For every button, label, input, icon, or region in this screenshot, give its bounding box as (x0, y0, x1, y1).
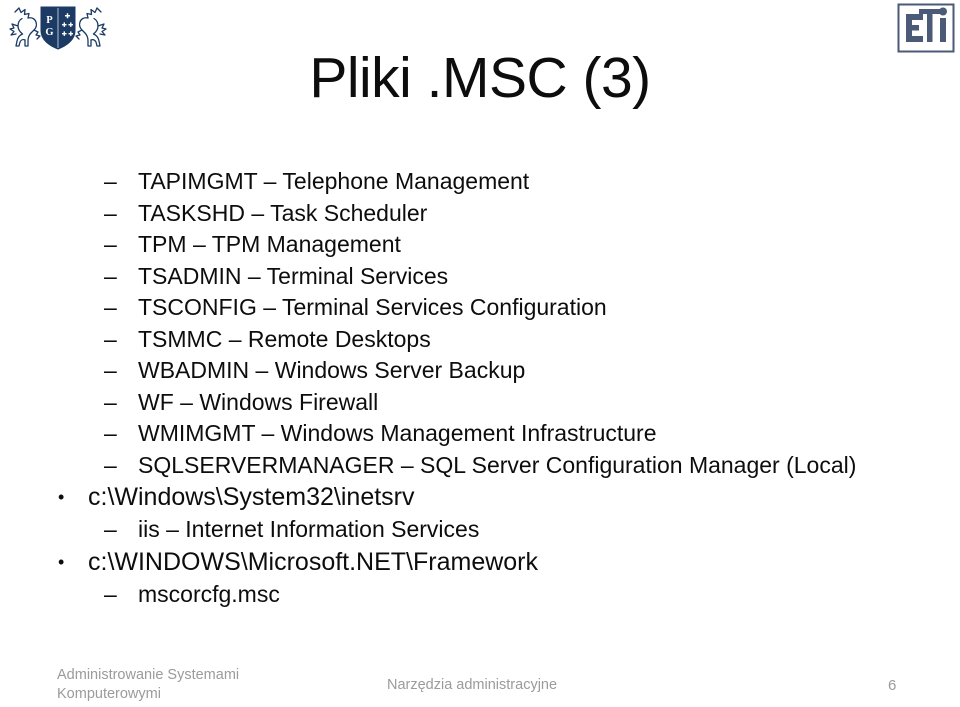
list-item-label: TSCONFIG – Terminal Services Configurati… (138, 294, 607, 320)
list-item: – WF – Windows Firewall (0, 387, 960, 419)
dash-marker-icon: – (104, 580, 117, 607)
dash-marker-icon: – (104, 231, 117, 257)
list-item-label: iis – Internet Information Services (138, 516, 480, 542)
list-item: – TSMMC – Remote Desktops (0, 324, 960, 356)
list-item-label: TSMMC – Remote Desktops (138, 325, 431, 352)
list-item: – SQLSERVERMANAGER – SQL Server Configur… (0, 450, 960, 482)
list-item: – WMIMGMT – Windows Management Infrastru… (0, 418, 960, 450)
list-item: – TSADMIN – Terminal Services (0, 261, 960, 293)
dash-marker-icon: – (104, 262, 117, 289)
list-item-label: TPM – TPM Management (138, 231, 401, 257)
footer-course-name: Administrowanie Systemami Komputerowymi (57, 666, 357, 704)
list-item: – TSCONFIG – Terminal Services Configura… (0, 292, 960, 324)
list-item-label: TAPIMGMT – Telephone Management (138, 168, 530, 194)
svg-text:P: P (46, 15, 53, 26)
dash-marker-icon: – (104, 420, 117, 446)
list-item-label: WBADMIN – Windows Server Backup (138, 357, 526, 383)
dash-marker-icon: – (104, 516, 117, 542)
eti-faculty-logo (897, 3, 955, 53)
list-item: – WBADMIN – Windows Server Backup (0, 355, 960, 387)
page-title: Pliki .MSC (3) (309, 46, 651, 110)
slide: P G Pliki .MSC (3) – TAPIMGMT – Telephon… (0, 0, 960, 707)
list-item-label: TSADMIN – Terminal Services (138, 262, 449, 289)
dash-marker-icon: – (104, 357, 117, 383)
dash-marker-icon: – (104, 451, 117, 478)
svg-text:G: G (45, 27, 53, 38)
dash-marker-icon: – (104, 199, 117, 226)
list-item-label: c:\WINDOWS\Microsoft.NET\Framework (88, 547, 539, 576)
page-number: 6 (888, 677, 897, 694)
list-item: – TAPIMGMT – Telephone Management (0, 166, 960, 198)
list-item: – iis – Internet Information Services (0, 514, 960, 546)
bullet-marker-icon: • (58, 487, 65, 507)
list-item: – mscorcfg.msc (0, 579, 960, 611)
footer-course-line-2: Komputerowymi (57, 686, 161, 702)
bullet-marker-icon: • (58, 551, 65, 572)
footer-section-title: Narzędzia administracyjne (387, 677, 558, 693)
dash-marker-icon: – (104, 325, 117, 352)
dash-marker-icon: – (104, 388, 117, 415)
list-item: • c:\WINDOWS\Microsoft.NET\Framework (0, 546, 960, 579)
list-item-label: c:\Windows\System32\inetsrv (88, 483, 415, 511)
dash-marker-icon: – (104, 294, 117, 320)
list-item-label: TASKSHD – Task Scheduler (138, 199, 428, 226)
bullet-list: – TAPIMGMT – Telephone Management – TASK… (0, 166, 960, 610)
list-item-label: WMIMGMT – Windows Management Infrastruct… (138, 420, 657, 446)
list-item-label: SQLSERVERMANAGER – SQL Server Configurat… (138, 451, 857, 478)
list-item-label: WF – Windows Firewall (138, 388, 379, 415)
list-item: – TPM – TPM Management (0, 229, 960, 261)
list-item: – TASKSHD – Task Scheduler (0, 198, 960, 230)
dash-marker-icon: – (104, 168, 117, 194)
politechnika-gdanska-logo: P G (6, 4, 110, 52)
list-item: • c:\Windows\System32\inetsrv (0, 481, 960, 514)
list-item-label: mscorcfg.msc (138, 580, 280, 607)
footer-course-line-1: Administrowanie Systemami (57, 667, 240, 683)
